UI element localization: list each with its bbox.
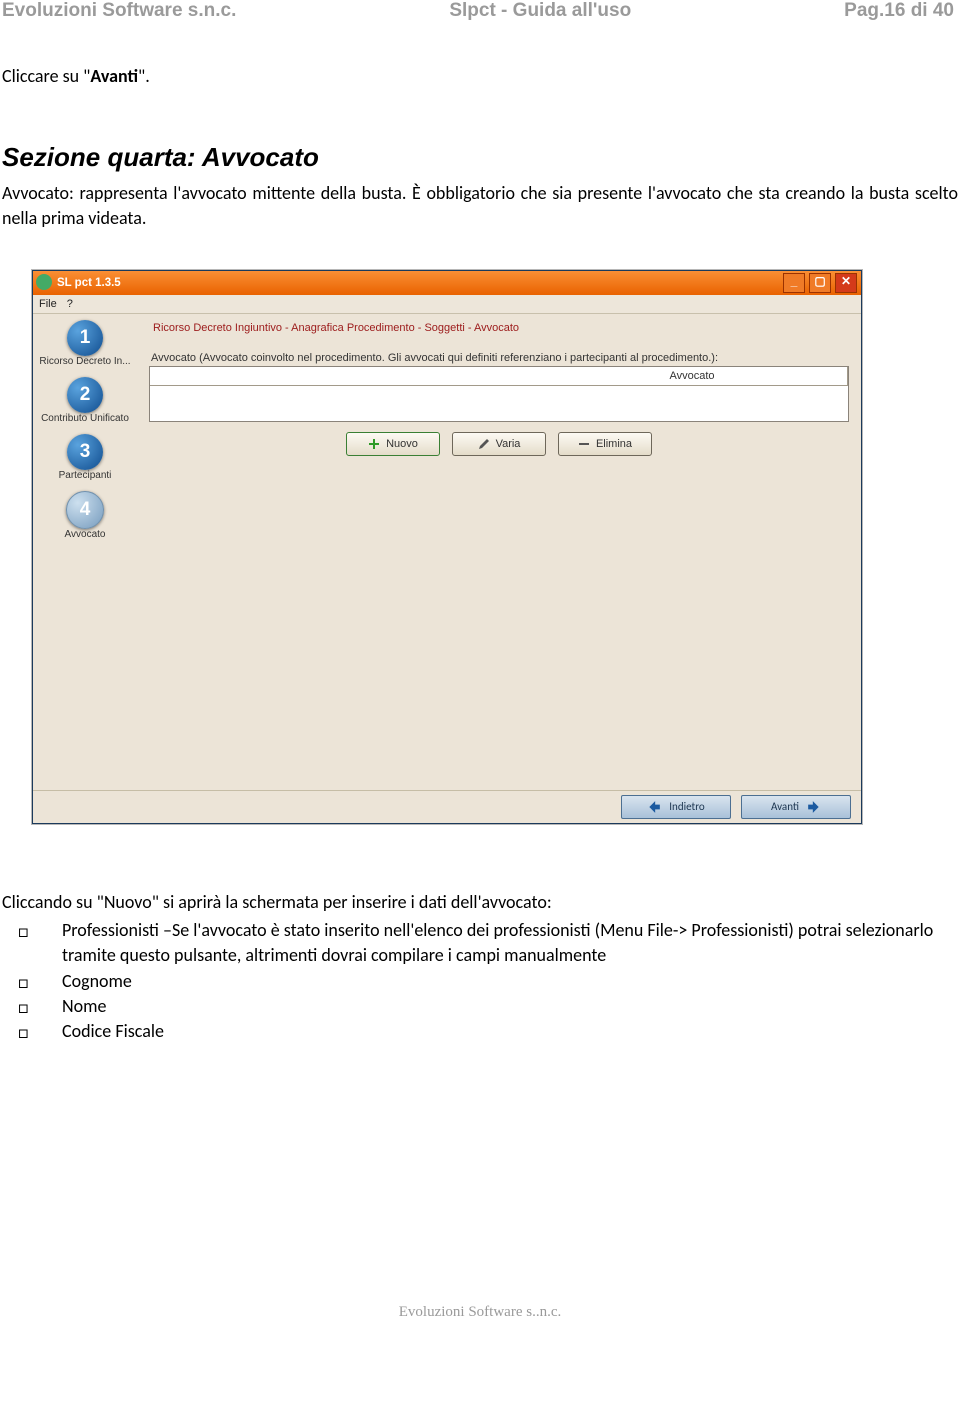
- menu-bar: File ?: [33, 295, 861, 314]
- wizard-step-4[interactable]: 4 Avvocato: [33, 485, 137, 544]
- post-paragraph: Cliccando su "Nuovo" si aprirà la scherm…: [0, 890, 960, 914]
- app-logo-icon: [36, 274, 52, 290]
- window-title: SL pct 1.3.5: [57, 277, 121, 289]
- page-number: Pag.16 di 40: [844, 0, 954, 22]
- avanti-label: Avanti: [771, 800, 799, 813]
- bullet-bold: Professionisti: [62, 919, 159, 941]
- bullet-bold: Codice Fiscale: [62, 1020, 164, 1042]
- document-title: Slpct - Guida all'uso: [449, 0, 631, 22]
- step-ball-icon: 3: [67, 434, 103, 470]
- elimina-label: Elimina: [596, 438, 632, 450]
- company-name: Evoluzioni Software s.n.c.: [2, 0, 236, 22]
- plus-icon: [368, 438, 380, 450]
- varia-label: Varia: [496, 438, 521, 450]
- intro-suffix: ".: [138, 65, 150, 87]
- intro-paragraph: Cliccare su "Avanti".: [0, 58, 960, 88]
- menu-file[interactable]: File: [39, 298, 57, 310]
- main-panel: Ricorso Decreto Ingiuntivo - Anagrafica …: [137, 314, 861, 790]
- intro-prefix: Cliccare su ": [2, 65, 90, 87]
- table-column-header: Avvocato: [537, 367, 848, 385]
- arrow-right-icon: [807, 800, 821, 814]
- section-title: Sezione quarta: Avvocato: [0, 122, 960, 181]
- breadcrumb: Ricorso Decreto Ingiuntivo - Anagrafica …: [149, 322, 849, 352]
- bottom-bar: Indietro Avanti: [33, 790, 861, 823]
- elimina-button[interactable]: Elimina: [558, 432, 652, 456]
- intro-bold: Avanti: [90, 65, 138, 87]
- page-footer: Evoluzioni Software s..n.c.: [0, 1304, 960, 1321]
- list-item: Cognome: [48, 969, 958, 994]
- para-lead: Avvocato:: [2, 182, 74, 204]
- post-prefix: Cliccando su ": [2, 891, 104, 913]
- varia-button[interactable]: Varia: [452, 432, 546, 456]
- list-item: Codice Fiscale: [48, 1019, 958, 1044]
- wizard-sidebar: 1 Ricorso Decreto In... 2 Contributo Uni…: [33, 314, 137, 790]
- section-paragraph: Avvocato: rappresenta l'avvocato mittent…: [0, 181, 960, 230]
- field-label: Avvocato (Avvocato coinvolto nel procedi…: [149, 352, 849, 364]
- arrow-left-icon: [647, 800, 661, 814]
- avvocato-table[interactable]: Avvocato: [149, 366, 849, 422]
- wizard-step-3[interactable]: 3 Partecipanti: [33, 428, 137, 485]
- step-label: Partecipanti: [33, 470, 137, 481]
- indietro-button[interactable]: Indietro: [621, 795, 731, 819]
- list-item: Nome: [48, 994, 958, 1019]
- nuovo-label: Nuovo: [386, 438, 418, 450]
- title-bar: SL pct 1.3.5 _ ▢ ✕: [33, 271, 861, 295]
- wizard-step-1[interactable]: 1 Ricorso Decreto In...: [33, 314, 137, 371]
- avanti-button[interactable]: Avanti: [741, 795, 851, 819]
- pencil-icon: [478, 438, 490, 450]
- maximize-button[interactable]: ▢: [809, 273, 831, 293]
- bullet-bold: Nome: [62, 995, 106, 1017]
- nuovo-button[interactable]: Nuovo: [346, 432, 440, 456]
- step-label: Contributo Unificato: [33, 413, 137, 424]
- page-header: Evoluzioni Software s.n.c. Slpct - Guida…: [0, 0, 960, 22]
- post-suffix: " si aprirà la schermata per inserire i …: [152, 891, 552, 913]
- post-bold: Nuovo: [104, 891, 152, 913]
- minimize-button[interactable]: _: [783, 273, 805, 293]
- step-label: Ricorso Decreto In...: [33, 356, 137, 367]
- bullet-bold: Cognome: [62, 970, 132, 992]
- list-item: Professionisti –Se l'avvocato è stato in…: [48, 918, 958, 968]
- minus-icon: [578, 438, 590, 450]
- step-ball-icon: 2: [67, 377, 103, 413]
- bullet-list: Professionisti –Se l'avvocato è stato in…: [0, 918, 960, 1044]
- para-part1: rappresenta l'avvocato: [74, 182, 252, 204]
- step-ball-icon: 1: [67, 320, 103, 356]
- menu-help[interactable]: ?: [67, 298, 73, 310]
- close-button[interactable]: ✕: [835, 273, 857, 293]
- step-ball-icon: 4: [66, 491, 104, 529]
- app-window: SL pct 1.3.5 _ ▢ ✕ File ? 1 Ricorso Decr…: [32, 270, 862, 824]
- indietro-label: Indietro: [669, 800, 704, 813]
- step-label: Avvocato: [33, 529, 137, 540]
- wizard-step-2[interactable]: 2 Contributo Unificato: [33, 371, 137, 428]
- bullet-rest: –Se l'avvocato è stato inserito nell'ele…: [62, 919, 933, 966]
